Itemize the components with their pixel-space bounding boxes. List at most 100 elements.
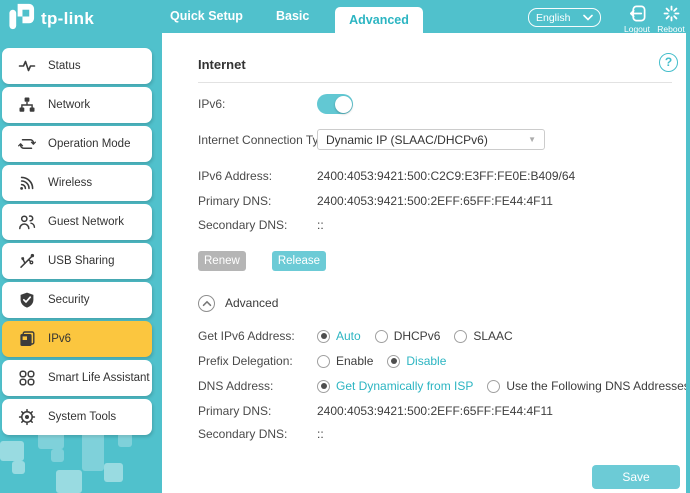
advanced-section-title: Advanced	[225, 296, 278, 310]
radio-icon	[317, 330, 330, 343]
advanced-secondary-dns-row: Secondary DNS: ::	[198, 426, 680, 441]
radio-slaac[interactable]: SLAAC	[454, 329, 512, 343]
decor-square	[38, 423, 64, 449]
radio-icon	[317, 380, 330, 393]
sidebar-item-label: IPv6	[48, 333, 71, 345]
gear-icon	[18, 408, 36, 426]
ipv6-toggle-row: IPv6:	[198, 94, 680, 114]
chevron-down-icon	[583, 14, 593, 21]
sidebar-item-ipv6[interactable]: IPv6	[2, 321, 152, 357]
decor-square	[12, 461, 25, 474]
decor-square	[51, 449, 64, 462]
radio-icon	[454, 330, 467, 343]
decor-square	[56, 470, 82, 493]
tp-link-p-icon	[7, 2, 36, 36]
sidebar-item-security[interactable]: Security	[2, 282, 152, 318]
guest-network-icon	[18, 213, 36, 231]
connection-type-row: Internet Connection Type: Dynamic IP (SL…	[198, 129, 680, 150]
radio-label: DHCPv6	[394, 329, 441, 343]
sidebar-item-label: USB Sharing	[48, 255, 114, 267]
decor-square	[0, 441, 24, 461]
sidebar-item-label: Operation Mode	[48, 138, 130, 150]
logo-text: tp-link	[41, 9, 94, 29]
sidebar-item-smart-life-assistant[interactable]: Smart Life Assistant	[2, 360, 152, 396]
advanced-secondary-dns-label: Secondary DNS:	[198, 427, 317, 441]
network-icon	[18, 96, 36, 114]
sidebar-item-label: Smart Life Assistant	[48, 372, 150, 384]
main-panel: ? Internet IPv6: Internet Connection Typ…	[162, 33, 686, 493]
sidebar-item-label: Wireless	[48, 177, 92, 189]
language-value: English	[536, 12, 570, 24]
dns-address-label: DNS Address:	[198, 379, 317, 393]
tab-quick-setup[interactable]: Quick Setup	[170, 0, 243, 33]
advanced-primary-dns-row: Primary DNS: 2400:4053:9421:500:2EFF:65F…	[198, 403, 680, 418]
radio-use-following-dns[interactable]: Use the Following DNS Addresses	[487, 379, 689, 393]
sidebar-item-usb-sharing[interactable]: USB Sharing	[2, 243, 152, 279]
action-buttons-row: Renew Release	[198, 251, 680, 271]
sidebar-item-label: System Tools	[48, 411, 116, 423]
decor-square	[118, 433, 132, 447]
toggle-knob	[335, 96, 352, 113]
pulse-icon	[18, 57, 36, 75]
wireless-icon	[18, 174, 36, 192]
radio-auto[interactable]: Auto	[317, 329, 361, 343]
ipv6-address-row: IPv6 Address: 2400:4053:9421:500:C2C9:E3…	[198, 168, 680, 183]
sidebar-item-label: Guest Network	[48, 216, 124, 228]
prefix-delegation-row: Prefix Delegation: Enable Disable	[198, 353, 680, 369]
primary-dns-label: Primary DNS:	[198, 194, 317, 208]
app-header: tp-link Quick Setup Basic Advanced Engli…	[0, 0, 690, 33]
operation-mode-icon	[18, 135, 36, 153]
advanced-secondary-dns-value: ::	[317, 427, 324, 441]
dropdown-caret-icon: ▼	[528, 135, 536, 144]
connection-type-select[interactable]: Dynamic IP (SLAAC/DHCPv6) ▼	[317, 129, 545, 150]
tab-advanced[interactable]: Advanced	[335, 7, 423, 34]
secondary-dns-row: Secondary DNS: ::	[198, 217, 680, 232]
sidebar-item-status[interactable]: Status	[2, 48, 152, 84]
sidebar-item-label: Status	[48, 60, 81, 72]
radio-icon	[375, 330, 388, 343]
sidebar-item-guest-network[interactable]: Guest Network	[2, 204, 152, 240]
radio-enable[interactable]: Enable	[317, 354, 373, 368]
radio-get-dynamically[interactable]: Get Dynamically from ISP	[317, 379, 473, 393]
radio-label: Enable	[336, 354, 373, 368]
tp-link-logo: tp-link	[7, 2, 94, 36]
help-icon[interactable]: ?	[659, 53, 678, 72]
save-button[interactable]: Save	[592, 465, 680, 489]
language-select[interactable]: English	[528, 8, 601, 27]
get-ipv6-address-row: Get IPv6 Address: Auto DHCPv6 SLAAC	[198, 328, 680, 344]
reboot-button[interactable]: Reboot	[649, 4, 690, 34]
radio-dhcpv6[interactable]: DHCPv6	[375, 329, 441, 343]
sidebar-item-system-tools[interactable]: System Tools	[2, 399, 152, 435]
get-ipv6-address-label: Get IPv6 Address:	[198, 329, 317, 343]
radio-disable[interactable]: Disable	[387, 354, 446, 368]
ipv6-toggle[interactable]	[317, 94, 353, 114]
sidebar-item-operation-mode[interactable]: Operation Mode	[2, 126, 152, 162]
secondary-dns-value: ::	[317, 218, 324, 232]
sidebar-item-wireless[interactable]: Wireless	[2, 165, 152, 201]
radio-label: SLAAC	[473, 329, 512, 343]
tab-basic[interactable]: Basic	[276, 0, 309, 33]
radio-icon	[387, 355, 400, 368]
decor-square	[82, 429, 104, 471]
usb-icon	[18, 252, 36, 270]
decor-square	[104, 463, 123, 482]
advanced-primary-dns-label: Primary DNS:	[198, 404, 317, 418]
radio-label: Use the Following DNS Addresses	[506, 379, 689, 393]
sidebar-item-network[interactable]: Network	[2, 87, 152, 123]
secondary-dns-label: Secondary DNS:	[198, 218, 317, 232]
primary-dns-value: 2400:4053:9421:500:2EFF:65FF:FE44:4F11	[317, 194, 553, 208]
advanced-collapse-toggle[interactable]: Advanced	[198, 294, 680, 312]
connection-type-label: Internet Connection Type:	[198, 133, 317, 147]
radio-icon	[487, 380, 500, 393]
connection-type-value: Dynamic IP (SLAAC/DHCPv6)	[326, 133, 488, 147]
release-button[interactable]: Release	[272, 251, 326, 271]
page-title: Internet	[198, 57, 680, 72]
logout-icon	[628, 4, 647, 23]
renew-button[interactable]: Renew	[198, 251, 246, 271]
advanced-primary-dns-value: 2400:4053:9421:500:2EFF:65FF:FE44:4F11	[317, 404, 553, 418]
radio-label: Disable	[406, 354, 446, 368]
primary-dns-row: Primary DNS: 2400:4053:9421:500:2EFF:65F…	[198, 193, 680, 208]
radio-icon	[317, 355, 330, 368]
ipv6-card-icon	[18, 330, 36, 348]
reboot-label: Reboot	[657, 24, 684, 34]
